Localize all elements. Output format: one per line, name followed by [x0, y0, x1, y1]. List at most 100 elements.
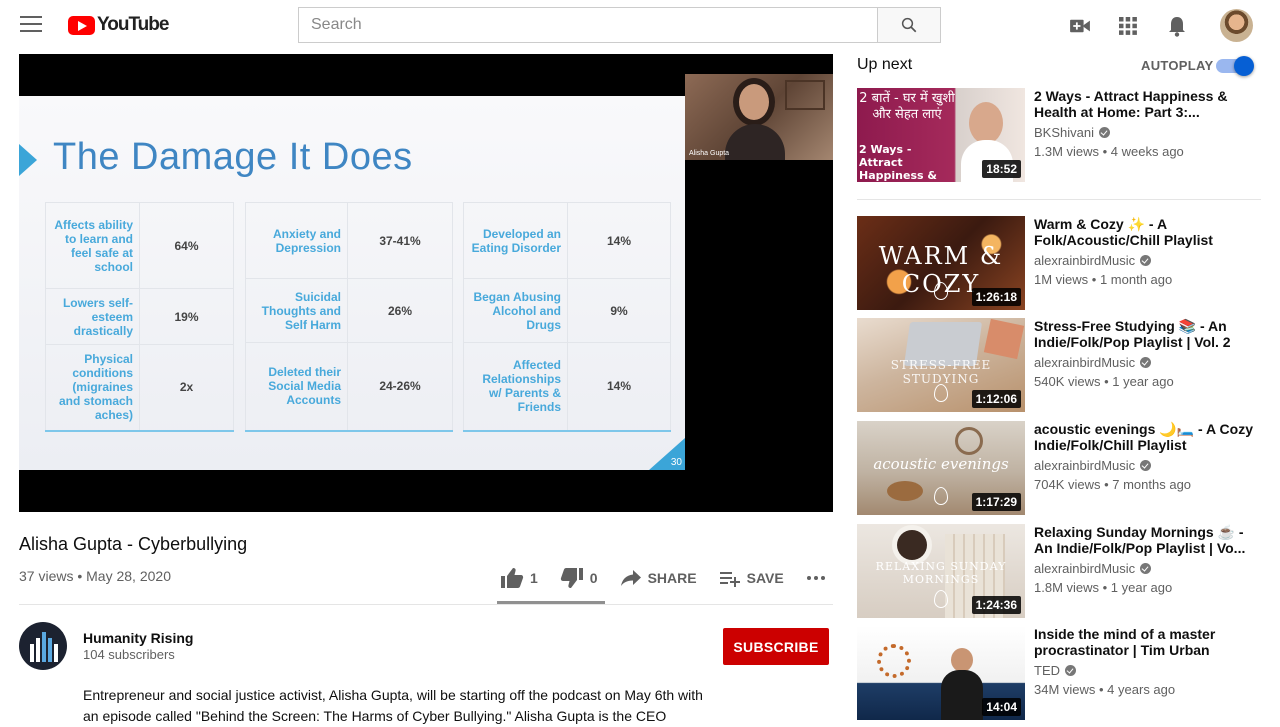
- video-title-link[interactable]: acoustic evenings 🌙🛏️ - A Cozy Indie/Fol…: [1034, 421, 1261, 453]
- video-stats: 1M views • 1 month ago: [1034, 272, 1173, 287]
- thumbnail-title: STRESS-FREE STUDYING: [890, 358, 992, 386]
- droplet-logo-icon: [934, 590, 948, 608]
- speaker-face: [951, 648, 973, 672]
- recommended-video[interactable]: RELAXING SUNDAY MORNINGS 1:24:36 Relaxin…: [857, 524, 1261, 618]
- video-thumbnail[interactable]: WARM & COZY 1:26:18: [857, 216, 1025, 310]
- channel-row: TED: [1034, 663, 1261, 678]
- channel-name[interactable]: BKShivani: [1034, 125, 1094, 140]
- presenter-name: Alisha Gupta: [689, 150, 730, 157]
- recommended-video[interactable]: acoustic evenings 1:17:29 acoustic eveni…: [857, 421, 1261, 515]
- video-thumbnail[interactable]: STRESS-FREE STUDYING 1:12:06: [857, 318, 1025, 412]
- thumbs-up-icon: [501, 568, 524, 588]
- toggle-knob: [1234, 56, 1254, 76]
- like-ratio-bar: [497, 601, 605, 604]
- more-actions-button[interactable]: [806, 575, 832, 581]
- channel-name[interactable]: alexrainbirdMusic: [1034, 561, 1135, 576]
- share-button[interactable]: SHARE: [620, 569, 697, 587]
- coffee-cup: [897, 530, 927, 560]
- video-stats: 704K views • 7 months ago: [1034, 477, 1192, 492]
- channel-name[interactable]: Humanity Rising: [83, 630, 193, 646]
- droplet-logo-icon: [934, 384, 948, 402]
- stat-value: 2x: [139, 344, 234, 431]
- recommended-video[interactable]: STRESS-FREE STUDYING 1:12:06 Stress-Free…: [857, 318, 1261, 412]
- video-meta: 2 Ways - Attract Happiness & Health at H…: [1034, 88, 1261, 159]
- channel-row: BKShivani: [1034, 125, 1261, 140]
- up-next-heading: Up next: [857, 56, 913, 73]
- verified-check-icon: [1065, 665, 1076, 676]
- stat-label: Anxiety and Depression: [245, 202, 348, 279]
- apps-grid-icon[interactable]: [1116, 14, 1140, 38]
- logo-text: YouTube: [97, 14, 169, 35]
- shelf-decoration: [785, 80, 825, 110]
- verified-check-icon: [1140, 460, 1152, 471]
- search-button[interactable]: [877, 7, 941, 43]
- channel-name[interactable]: alexrainbirdMusic: [1034, 253, 1135, 268]
- video-stats: 540K views • 1 year ago: [1034, 374, 1174, 389]
- view-count-date: 37 views • May 28, 2020: [19, 568, 171, 584]
- video-title-link[interactable]: Warm & Cozy ✨ - A Folk/Acoustic/Chill Pl…: [1034, 216, 1261, 248]
- notifications-bell-icon[interactable]: [1165, 14, 1189, 38]
- channel-name[interactable]: alexrainbirdMusic: [1034, 355, 1135, 370]
- guitar-shape: [887, 481, 923, 501]
- like-count: 1: [530, 570, 538, 586]
- stats-table-3: Developed an Eating Disorder 14% Began Ab…: [463, 202, 671, 432]
- video-thumbnail[interactable]: acoustic evenings 1:17:29: [857, 421, 1025, 515]
- user-avatar[interactable]: [1220, 9, 1253, 42]
- droplet-logo-icon: [934, 282, 948, 300]
- stat-label: Suicidal Thoughts and Self Harm: [245, 278, 348, 343]
- stat-value: 19%: [139, 288, 234, 345]
- dislike-button[interactable]: 0: [560, 567, 598, 589]
- video-meta: Relaxing Sunday Mornings ☕ - An Indie/Fo…: [1034, 524, 1261, 595]
- verified-check-icon: [1140, 255, 1152, 266]
- channel-name[interactable]: TED: [1034, 663, 1060, 678]
- stat-value: 9%: [567, 278, 671, 343]
- channel-row: alexrainbirdMusic: [1034, 355, 1261, 370]
- recommended-video[interactable]: 14:04 Inside the mind of a master procra…: [857, 626, 1261, 720]
- duration-badge: 18:52: [982, 160, 1021, 178]
- video-stats: 1.8M views • 1 year ago: [1034, 580, 1173, 595]
- video-title-link[interactable]: Inside the mind of a master procrastinat…: [1034, 626, 1261, 658]
- speaker-body: [941, 670, 983, 720]
- subscriber-count: 104 subscribers: [83, 647, 175, 662]
- duration-badge: 1:24:36: [971, 596, 1021, 614]
- stat-label: Deleted their Social Media Accounts: [245, 342, 348, 431]
- sidebar-divider: [857, 199, 1261, 200]
- video-thumbnail[interactable]: 14:04: [857, 626, 1025, 720]
- subscribe-button[interactable]: SUBSCRIBE: [723, 628, 829, 665]
- presenter-head: [739, 84, 769, 120]
- like-button[interactable]: 1: [500, 567, 538, 589]
- video-thumbnail[interactable]: 2 बातें - घर में खुशी और सेहत लाएं 2 Way…: [857, 88, 1025, 182]
- notebook-shape: [983, 318, 1025, 360]
- autoplay-toggle[interactable]: [1216, 56, 1254, 76]
- stat-label: Affected Relationships w/ Parents & Frie…: [463, 342, 568, 431]
- youtube-logo[interactable]: YouTube: [68, 14, 169, 36]
- presentation-slide: The Damage It Does Affects ability to le…: [19, 96, 685, 470]
- create-video-icon[interactable]: [1068, 14, 1092, 38]
- channel-name[interactable]: alexrainbirdMusic: [1034, 458, 1135, 473]
- video-title-link[interactable]: 2 Ways - Attract Happiness & Health at H…: [1034, 88, 1261, 120]
- video-title-link[interactable]: Stress-Free Studying 📚 - An Indie/Folk/P…: [1034, 318, 1261, 350]
- channel-row: alexrainbirdMusic: [1034, 458, 1261, 473]
- save-button[interactable]: SAVE: [719, 569, 784, 587]
- thumbnail-title: acoustic evenings: [873, 455, 1009, 473]
- stat-label: Affects ability to learn and feel safe a…: [45, 202, 140, 289]
- verified-check-icon: [1140, 563, 1152, 574]
- search-icon: [901, 17, 917, 33]
- menu-icon[interactable]: [20, 16, 42, 34]
- video-thumbnail[interactable]: RELAXING SUNDAY MORNINGS 1:24:36: [857, 524, 1025, 618]
- search-input[interactable]: [298, 7, 877, 43]
- presenter-webcam: Alisha Gupta: [685, 74, 833, 160]
- video-player[interactable]: The Damage It Does Affects ability to le…: [19, 54, 833, 512]
- recommended-video[interactable]: 2 बातें - घर में खुशी और सेहत लाएं 2 Way…: [857, 88, 1261, 182]
- slide-arrow-icon: [19, 144, 37, 176]
- video-description: Entrepreneur and social justice activist…: [83, 687, 703, 724]
- video-title-link[interactable]: Relaxing Sunday Mornings ☕ - An Indie/Fo…: [1034, 524, 1261, 556]
- channel-avatar[interactable]: [19, 622, 67, 670]
- channel-logo-icon: [30, 632, 58, 662]
- info-divider: [19, 604, 833, 605]
- duration-badge: 1:26:18: [971, 288, 1021, 306]
- hoop-decor: [955, 427, 983, 455]
- recommended-video[interactable]: WARM & COZY 1:26:18 Warm & Cozy ✨ - A Fo…: [857, 216, 1261, 310]
- thumbnail-title: RELAXING SUNDAY MORNINGS: [875, 560, 1007, 586]
- video-meta: Inside the mind of a master procrastinat…: [1034, 626, 1261, 697]
